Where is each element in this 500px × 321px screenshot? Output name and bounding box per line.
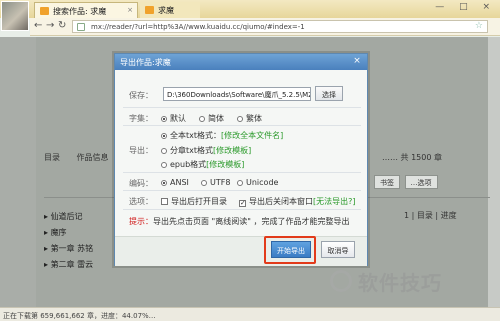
watermark: 软件技巧 (358, 271, 442, 295)
address-bar[interactable]: mx://reader/?url=http%3A//www.kuaidu.cc/… (72, 20, 488, 33)
close-icon[interactable]: × (352, 56, 362, 66)
tab-close-icon[interactable]: × (127, 6, 133, 14)
divider (123, 107, 361, 108)
tip-text: 导出先点击页面 "离线阅读" ，完成了作品才能完整导出 (153, 217, 350, 226)
browse-button[interactable]: 选择 (315, 86, 343, 101)
avatar[interactable] (1, 1, 29, 31)
highlight-box (264, 236, 316, 264)
divider (123, 125, 361, 126)
rename-link[interactable]: [修改全本文件名] (221, 131, 283, 140)
chapter-item[interactable]: ▸ 第一章 苏铭 (44, 243, 93, 254)
url-text: mx://reader/?url=http%3A//www.kuaidu.cc/… (91, 23, 305, 31)
export-dialog: 导出作品:求魔 × 保存： D:\360Downloads\Software\魔… (114, 53, 368, 266)
page-tabs: 目录 作品信息 (44, 152, 123, 163)
radio-icon (199, 116, 205, 122)
bookmark-button[interactable]: 书签 (374, 175, 400, 189)
radio-icon (237, 116, 243, 122)
window-controls[interactable]: — □ × (435, 2, 496, 12)
reload-icon[interactable]: ↻ (58, 20, 66, 31)
radio-icon (237, 180, 243, 186)
encoding-option-utf8[interactable]: UTF8 (201, 178, 230, 187)
save-path-input[interactable]: D:\360Downloads\Software\魔爪_5.2.5\MZDo (163, 87, 311, 101)
reader-progress: 1 | 目录 | 进度 (404, 211, 457, 220)
edit-template-link[interactable]: [修改模板] (213, 146, 251, 155)
encoding-option-ansi[interactable]: ANSI (161, 178, 189, 187)
font-option-simplified[interactable]: 简体 (199, 113, 224, 124)
tab-label: 求魔 (158, 6, 174, 15)
chapter-item[interactable]: ▸ 仙道后记 (44, 211, 83, 222)
open-dir-checkbox[interactable]: 导出后打开目录 (161, 196, 227, 207)
page-icon (77, 23, 85, 31)
browser-titlebar: 搜索作品: 求魔 × 求魔 — □ × (0, 0, 500, 18)
export-option-full-txt[interactable]: 全本txt格式：[修改全本文件名] (161, 130, 283, 141)
tip-label: 提示： (129, 217, 153, 226)
option-label: 选项： (129, 197, 153, 206)
scrollbar[interactable] (488, 37, 500, 307)
tab-catalog[interactable]: 目录 (44, 153, 60, 162)
save-label: 保存： (129, 91, 153, 100)
checkbox-checked-icon: ✓ (239, 199, 246, 207)
bookmark-star-icon[interactable]: ☆ (475, 21, 483, 31)
options-button[interactable]: …选项 (404, 175, 438, 189)
tab-favicon-icon (40, 7, 49, 15)
status-bar: 正在下载第 659,661,662 章，进度：44.07%… (0, 307, 500, 321)
tab-favicon-icon (145, 6, 154, 14)
divider (123, 209, 361, 210)
radio-icon (161, 133, 167, 139)
divider (123, 190, 361, 191)
font-option-default[interactable]: 默认 (161, 113, 186, 124)
radio-icon (161, 116, 167, 122)
export-label: 导出： (129, 146, 153, 155)
radio-icon (161, 148, 167, 154)
divider (123, 172, 361, 173)
checkbox-icon (161, 198, 168, 205)
export-option-chapter-txt[interactable]: 分章txt格式[修改模板] (161, 145, 251, 156)
chapter-item[interactable]: ▸ 魔序 (44, 227, 67, 238)
chapter-item[interactable]: ▸ 第二章 雷云 (44, 259, 93, 270)
tip: 提示：导出先点击页面 "离线阅读" ，完成了作品才能完整导出 (129, 216, 349, 227)
export-option-epub[interactable]: epub格式[修改模板] (161, 159, 244, 170)
forward-icon[interactable]: → (46, 20, 54, 31)
tab-search[interactable]: 搜索作品: 求魔 × (34, 2, 138, 18)
navigation-bar: ← → ↻ mx://reader/?url=http%3A//www.kuai… (30, 18, 500, 36)
dialog-title: 导出作品:求魔 (115, 54, 367, 70)
radio-icon (161, 162, 167, 168)
font-option-traditional[interactable]: 繁体 (237, 113, 262, 124)
back-icon[interactable]: ← (34, 20, 42, 31)
encoding-option-unicode[interactable]: Unicode (237, 178, 278, 187)
watermark-logo-icon (330, 270, 352, 292)
radio-icon (161, 180, 167, 186)
font-label: 字集： (129, 114, 153, 123)
close-window-checkbox[interactable]: ✓ 导出后关闭本窗口[无法导出?] (239, 196, 356, 207)
edit-template-link[interactable]: [修改模板] (206, 160, 244, 169)
tab-qiumo[interactable]: 求魔 (140, 2, 200, 18)
help-link[interactable]: [无法导出?] (313, 197, 356, 206)
radio-icon (201, 180, 207, 186)
tab-info[interactable]: 作品信息 (77, 153, 109, 162)
tab-label: 搜索作品: 求魔 (53, 7, 107, 16)
page-buttons: 书签 …选项 (372, 175, 438, 189)
cancel-button[interactable]: 取消导 (321, 241, 355, 258)
encoding-label: 编码： (129, 179, 153, 188)
chapter-count: …… 共 1500 章 (382, 153, 442, 162)
